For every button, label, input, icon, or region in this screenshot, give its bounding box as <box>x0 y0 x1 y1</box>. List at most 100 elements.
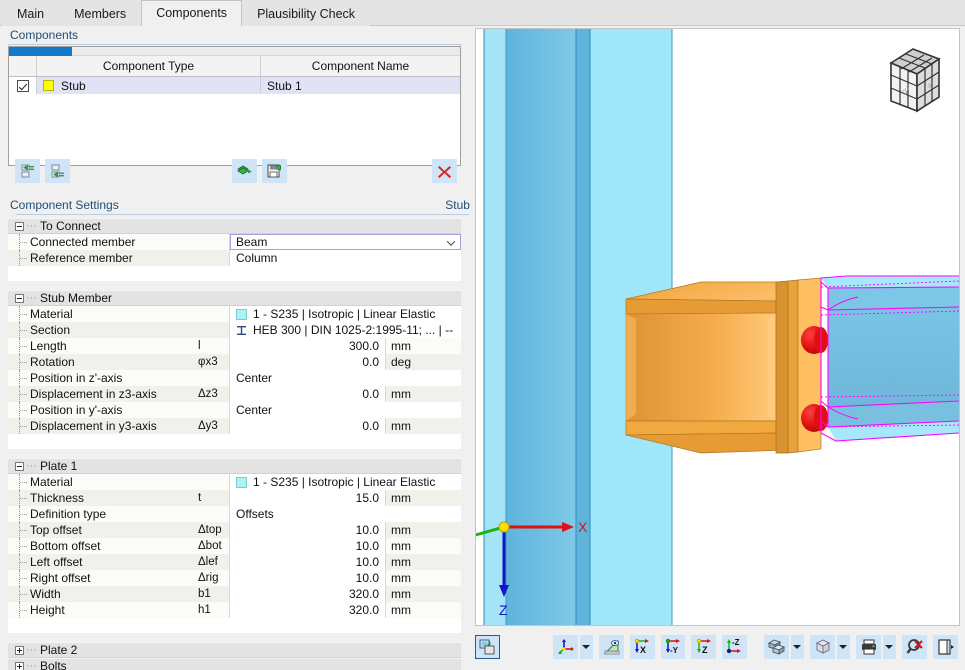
tab-members[interactable]: Members <box>59 1 141 26</box>
property-label-cell: Material <box>8 306 194 322</box>
delete-component-button[interactable] <box>432 159 457 183</box>
tab-components[interactable]: Components <box>141 0 242 27</box>
coordinate-system-dropdown[interactable] <box>580 635 593 659</box>
property-row[interactable]: Position in y'-axisCenter <box>8 402 461 418</box>
view-minus-z-button[interactable]: -Z <box>722 635 747 659</box>
property-row[interactable]: Top offsetΔtop10.0mm <box>8 522 461 538</box>
property-symbol-cell <box>194 250 230 266</box>
display-style-dropdown[interactable] <box>791 635 804 659</box>
view-z-button[interactable]: Z <box>691 635 716 659</box>
display-style-button[interactable] <box>764 635 789 659</box>
property-value-cell[interactable]: 0.0 <box>230 418 385 434</box>
expand-icon[interactable] <box>15 662 24 670</box>
grid-header-component-name[interactable]: Component Name <box>261 56 460 77</box>
property-value-cell[interactable]: Offsets <box>230 506 461 522</box>
property-value-cell[interactable]: 1 - S235 | Isotropic | Linear Elastic <box>230 306 461 322</box>
property-row[interactable]: Rotationφx30.0deg <box>8 354 461 370</box>
property-value-cell[interactable]: HEB 300 | DIN 1025-2:1995-11; ... | -- <box>230 322 461 338</box>
view-x-button[interactable]: X <box>630 635 655 659</box>
property-row[interactable]: Position in z'-axisCenter <box>8 370 461 386</box>
print-button[interactable] <box>856 635 881 659</box>
property-value: 10.0 <box>356 523 379 537</box>
property-row[interactable]: Bottom offsetΔbot10.0mm <box>8 538 461 554</box>
collapse-icon[interactable] <box>15 222 24 231</box>
property-value-cell[interactable]: Beam <box>230 234 461 250</box>
property-value-cell[interactable]: 10.0 <box>230 570 385 586</box>
property-value: 1 - S235 | Isotropic | Linear Elastic <box>253 307 435 321</box>
coordinate-system-button[interactable] <box>553 635 578 659</box>
property-group-bolts[interactable]: ···Bolts <box>8 658 461 670</box>
beam-member <box>821 276 959 441</box>
property-label-cell: Definition type <box>8 506 194 522</box>
3d-model-scene[interactable]: -y x X Z Y <box>476 29 959 625</box>
insert-component-below-button[interactable] <box>45 159 70 183</box>
save-component-button[interactable] <box>262 159 287 183</box>
property-row[interactable]: Thicknesst15.0mm <box>8 490 461 506</box>
property-value-cell[interactable]: 15.0 <box>230 490 385 506</box>
row-checkbox-cell[interactable] <box>9 77 37 94</box>
tab-main[interactable]: Main <box>2 1 59 26</box>
import-component-button[interactable] <box>232 159 257 183</box>
property-row[interactable]: Widthb1320.0mm <box>8 586 461 602</box>
property-value-cell[interactable]: 320.0 <box>230 602 385 618</box>
property-value-cell[interactable]: 10.0 <box>230 538 385 554</box>
tree-branch <box>20 314 27 316</box>
property-row[interactable]: SectionHEB 300 | DIN 1025-2:1995-11; ...… <box>8 322 461 338</box>
view-z-icon: Z <box>694 638 714 656</box>
view-minus-y-button[interactable]: -Y <box>661 635 686 659</box>
print-dropdown[interactable] <box>883 635 896 659</box>
property-value-cell[interactable]: 0.0 <box>230 386 385 402</box>
property-group-to-connect[interactable]: ···To Connect <box>8 218 461 234</box>
property-value-cell[interactable]: 300.0 <box>230 338 385 354</box>
chevron-down-icon[interactable] <box>448 240 455 244</box>
property-row[interactable]: Lengthl300.0mm <box>8 338 461 354</box>
property-row[interactable]: Left offsetΔlef10.0mm <box>8 554 461 570</box>
property-value-cell[interactable]: 10.0 <box>230 554 385 570</box>
property-row[interactable]: Displacement in z3-axisΔz30.0mm <box>8 386 461 402</box>
property-group-plate-2[interactable]: ···Plate 2 <box>8 642 461 658</box>
grid-header-component-type[interactable]: Component Type <box>37 56 261 77</box>
property-value-cell[interactable]: 10.0 <box>230 522 385 538</box>
component-enabled-checkbox[interactable] <box>17 80 29 92</box>
property-unit-cell: mm <box>385 586 461 602</box>
property-value-cell[interactable]: Column <box>230 250 461 266</box>
property-value-cell[interactable]: 320.0 <box>230 586 385 602</box>
property-row[interactable]: Definition type Offsets <box>8 506 461 522</box>
property-row[interactable]: Right offsetΔrig10.0mm <box>8 570 461 586</box>
insert-component-above-button[interactable] <box>15 159 40 183</box>
property-label-cell: Left offset <box>8 554 194 570</box>
property-row[interactable]: Material1 - S235 | Isotropic | Linear El… <box>8 474 461 490</box>
connected-member-combo[interactable]: Beam <box>230 234 461 250</box>
render-mode-button[interactable] <box>475 635 500 659</box>
view-angle-button[interactable] <box>599 635 624 659</box>
property-unit-cell: mm <box>385 602 461 618</box>
property-row[interactable]: Heighth1320.0mm <box>8 602 461 618</box>
property-group-stub-member[interactable]: ···Stub Member <box>8 290 461 306</box>
property-value-cell[interactable]: Center <box>230 402 461 418</box>
property-value-cell[interactable]: 0.0 <box>230 354 385 370</box>
property-group-plate-1[interactable]: ···Plate 1 <box>8 458 461 474</box>
property-row[interactable]: Reference memberColumn <box>8 250 461 266</box>
row-component-name-cell[interactable]: Stub 1 <box>261 77 460 94</box>
grid-column-selector-strip[interactable] <box>9 47 460 56</box>
row-component-name-label: Stub 1 <box>267 79 302 93</box>
property-value-cell[interactable]: 1 - S235 | Isotropic | Linear Elastic <box>230 474 461 490</box>
property-row[interactable]: Connected memberBeam <box>8 234 461 250</box>
wireframe-box-dropdown[interactable] <box>837 635 850 659</box>
3d-viewport[interactable]: -y x X Z Y <box>475 28 960 626</box>
clear-selection-button[interactable] <box>902 635 927 659</box>
property-value-cell[interactable]: Center <box>230 370 461 386</box>
expand-icon[interactable] <box>15 646 24 655</box>
table-row[interactable]: Stub Stub 1 <box>9 77 460 94</box>
wireframe-box-button[interactable] <box>810 635 835 659</box>
collapse-icon[interactable] <box>15 294 24 303</box>
property-value: 0.0 <box>362 387 379 401</box>
property-row[interactable]: Material 1 - S235 | Isotropic | Linear El… <box>8 306 461 322</box>
collapse-icon[interactable] <box>15 462 24 471</box>
property-row[interactable]: Displacement in y3-axisΔy30.0mm <box>8 418 461 434</box>
panel-toggle-button[interactable] <box>933 635 958 659</box>
tab-plausibility-check[interactable]: Plausibility Check <box>242 1 370 26</box>
property-unit: mm <box>391 587 411 601</box>
row-component-type-cell[interactable]: Stub <box>37 77 261 94</box>
panel-expand-icon <box>937 638 955 656</box>
